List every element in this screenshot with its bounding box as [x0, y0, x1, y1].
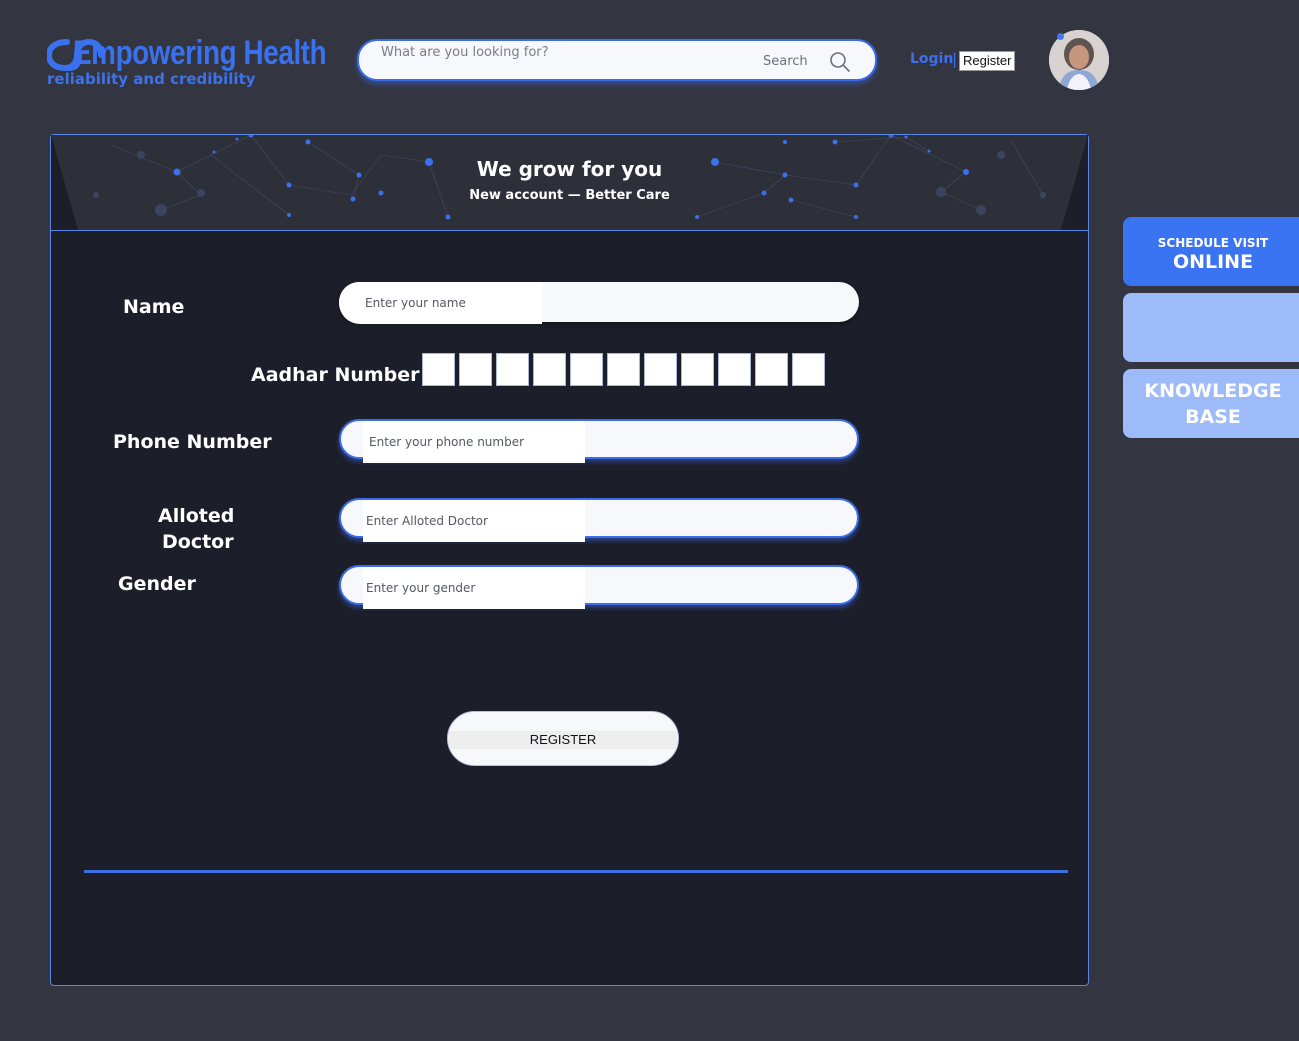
- banner: We grow for you New account — Better Car…: [51, 135, 1088, 231]
- search-button-label[interactable]: Search: [763, 54, 808, 69]
- schedule-visit-tab[interactable]: SCHEDULE VISIT ONLINE: [1123, 217, 1299, 286]
- aadhar-digit-2[interactable]: [459, 353, 492, 386]
- registration-card: We grow for you New account — Better Car…: [50, 134, 1089, 986]
- schedule-visit-small-label: SCHEDULE VISIT: [1157, 236, 1269, 250]
- knowledge-base-label-line2: BASE: [1185, 406, 1241, 428]
- phone-field: [339, 419, 859, 463]
- aadhar-digit-3[interactable]: [496, 353, 529, 386]
- aadhar-digit-4[interactable]: [533, 353, 566, 386]
- gender-field: [339, 565, 859, 609]
- register-link[interactable]: Register: [959, 51, 1016, 71]
- phone-input[interactable]: [363, 421, 585, 463]
- doctor-label-line2: Doctor: [162, 531, 234, 553]
- knowledge-base-label-line1: KNOWLEDGE: [1144, 380, 1282, 402]
- login-link[interactable]: Login: [910, 51, 953, 67]
- search-input[interactable]: [381, 44, 556, 78]
- search-bar: Search: [357, 39, 877, 81]
- aadhar-digit-7[interactable]: [644, 353, 677, 386]
- doctor-label-line1: Alloted: [158, 505, 235, 527]
- gender-label: Gender: [118, 573, 196, 595]
- gender-input[interactable]: [363, 567, 585, 609]
- name-field: [339, 282, 859, 324]
- banner-title: We grow for you: [476, 157, 663, 181]
- logo-title: Empowering Health: [73, 34, 327, 72]
- schedule-visit-big-label: ONLINE: [1172, 251, 1254, 273]
- name-label: Name: [123, 296, 185, 318]
- doctor-field: [339, 498, 859, 542]
- aadhar-label: Aadhar Number: [251, 364, 420, 386]
- aadhar-digit-5[interactable]: [570, 353, 603, 386]
- name-input[interactable]: [339, 282, 542, 324]
- knowledge-base-tab[interactable]: KNOWLEDGE BASE: [1123, 369, 1299, 438]
- aadhar-digit-8[interactable]: [681, 353, 714, 386]
- network-pattern-icon: [51, 135, 1088, 230]
- aadhar-digit-11[interactable]: [792, 353, 825, 386]
- auth-separator: |: [952, 50, 958, 68]
- doctor-input[interactable]: [363, 500, 585, 542]
- logo-tagline: reliability and credibility: [47, 70, 256, 88]
- notification-dot: [1057, 33, 1064, 40]
- phone-label: Phone Number: [113, 431, 272, 453]
- aadhar-digit-6[interactable]: [607, 353, 640, 386]
- register-button-label: REGISTER: [449, 731, 677, 749]
- aadhar-digit-9[interactable]: [718, 353, 751, 386]
- blank-tab[interactable]: [1123, 293, 1299, 362]
- app-root: Empowering Health reliability and credib…: [0, 0, 1299, 1041]
- logo[interactable]: Empowering Health reliability and credib…: [47, 34, 337, 94]
- aadhar-digit-1[interactable]: [422, 353, 455, 386]
- aadhar-digit-10[interactable]: [755, 353, 788, 386]
- register-button[interactable]: REGISTER: [447, 711, 679, 766]
- search-icon[interactable]: [829, 51, 851, 73]
- divider: [84, 870, 1068, 873]
- banner-subtitle: New account — Better Care: [469, 188, 670, 203]
